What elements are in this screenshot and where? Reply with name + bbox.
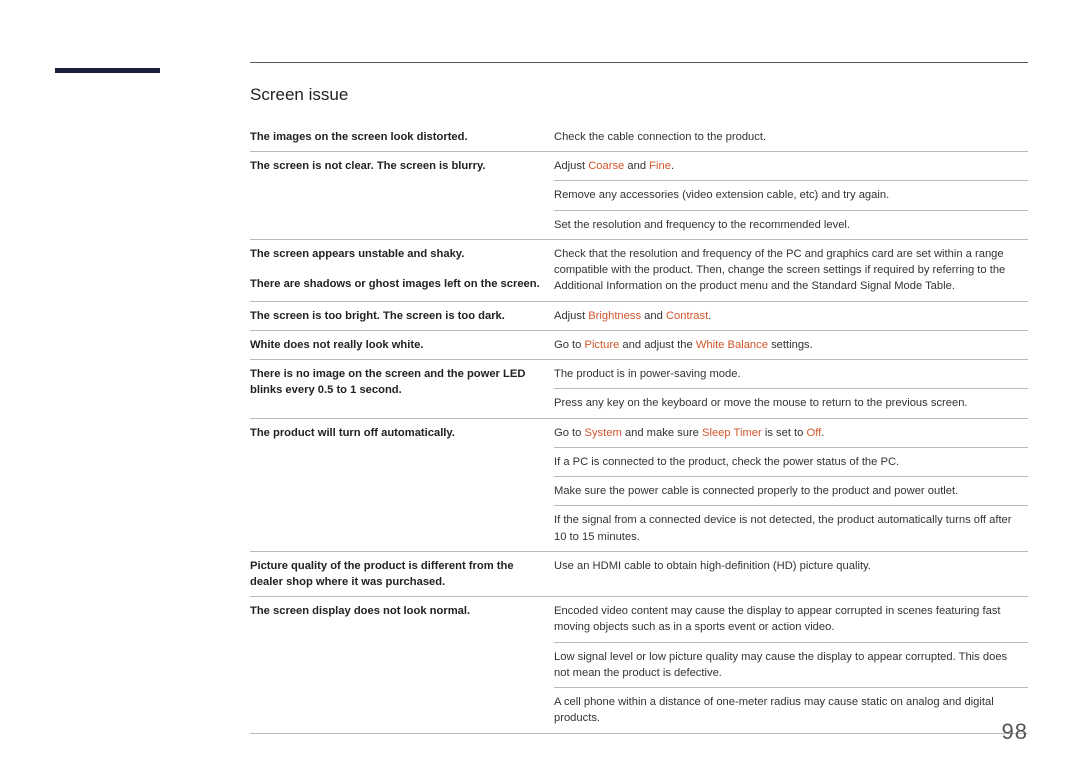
highlight-fine: Fine xyxy=(649,160,671,172)
issue-cell: There are shadows or ghost images left o… xyxy=(250,270,554,301)
text: is set to xyxy=(762,427,807,439)
text: Adjust xyxy=(554,160,588,172)
highlight-coarse: Coarse xyxy=(588,160,624,172)
issue-cell: The product will turn off automatically. xyxy=(250,418,554,551)
table-row: The product will turn off automatically.… xyxy=(250,418,1028,447)
solution-cell: Remove any accessories (video extension … xyxy=(554,181,1028,210)
table-row: Picture quality of the product is differ… xyxy=(250,551,1028,596)
solution-cell: Set the resolution and frequency to the … xyxy=(554,210,1028,239)
text: . xyxy=(671,160,674,172)
table-row: The screen appears unstable and shaky. C… xyxy=(250,239,1028,270)
solution-cell: If the signal from a connected device is… xyxy=(554,506,1028,551)
table-row: White does not really look white. Go to … xyxy=(250,330,1028,359)
solution-cell: Adjust Brightness and Contrast. xyxy=(554,301,1028,330)
table-row: There is no image on the screen and the … xyxy=(250,360,1028,389)
table-row: The screen is not clear. The screen is b… xyxy=(250,152,1028,181)
solution-cell: Check the cable connection to the produc… xyxy=(554,123,1028,152)
issue-cell: The images on the screen look distorted. xyxy=(250,123,554,152)
table-row: The screen display does not look normal.… xyxy=(250,597,1028,642)
text: and xyxy=(624,160,649,172)
solution-cell: Check that the resolution and frequency … xyxy=(554,239,1028,301)
solution-cell: Go to Picture and adjust the White Balan… xyxy=(554,330,1028,359)
text: Adjust xyxy=(554,310,588,322)
issue-cell: There is no image on the screen and the … xyxy=(250,360,554,418)
table-row: The screen is too bright. The screen is … xyxy=(250,301,1028,330)
issue-cell: Picture quality of the product is differ… xyxy=(250,551,554,596)
text: . xyxy=(708,310,711,322)
highlight-sleep-timer: Sleep Timer xyxy=(702,427,762,439)
highlight-white-balance: White Balance xyxy=(696,339,768,351)
issue-cell: The screen is too bright. The screen is … xyxy=(250,301,554,330)
text: and xyxy=(641,310,666,322)
page-content: Screen issue The images on the screen lo… xyxy=(250,62,1028,734)
troubleshooting-table: The images on the screen look distorted.… xyxy=(250,123,1028,734)
text: Go to xyxy=(554,339,584,351)
issue-cell: The screen is not clear. The screen is b… xyxy=(250,152,554,240)
issue-cell: White does not really look white. xyxy=(250,330,554,359)
issue-cell: The screen display does not look normal. xyxy=(250,597,554,733)
highlight-contrast: Contrast xyxy=(666,310,708,322)
highlight-picture: Picture xyxy=(584,339,619,351)
solution-cell: Adjust Coarse and Fine. xyxy=(554,152,1028,181)
highlight-brightness: Brightness xyxy=(588,310,641,322)
solution-cell: Use an HDMI cable to obtain high-definit… xyxy=(554,551,1028,596)
solution-cell: Press any key on the keyboard or move th… xyxy=(554,389,1028,418)
solution-cell: Encoded video content may cause the disp… xyxy=(554,597,1028,642)
page-number: 98 xyxy=(1002,719,1028,745)
solution-cell: Low signal level or low picture quality … xyxy=(554,642,1028,687)
top-divider xyxy=(250,62,1028,63)
issue-cell: The screen appears unstable and shaky. xyxy=(250,239,554,270)
solution-cell: Make sure the power cable is connected p… xyxy=(554,477,1028,506)
text: settings. xyxy=(768,339,813,351)
solution-cell: The product is in power-saving mode. xyxy=(554,360,1028,389)
solution-cell: If a PC is connected to the product, che… xyxy=(554,447,1028,476)
highlight-off: Off xyxy=(807,427,822,439)
table-row: The images on the screen look distorted.… xyxy=(250,123,1028,152)
header-accent-bar xyxy=(55,68,160,73)
solution-cell: Go to System and make sure Sleep Timer i… xyxy=(554,418,1028,447)
highlight-system: System xyxy=(584,427,621,439)
text: Go to xyxy=(554,427,584,439)
text: and adjust the xyxy=(619,339,696,351)
text: and make sure xyxy=(622,427,702,439)
solution-cell: A cell phone within a distance of one-me… xyxy=(554,688,1028,733)
section-title: Screen issue xyxy=(250,85,1028,105)
text: . xyxy=(821,427,824,439)
